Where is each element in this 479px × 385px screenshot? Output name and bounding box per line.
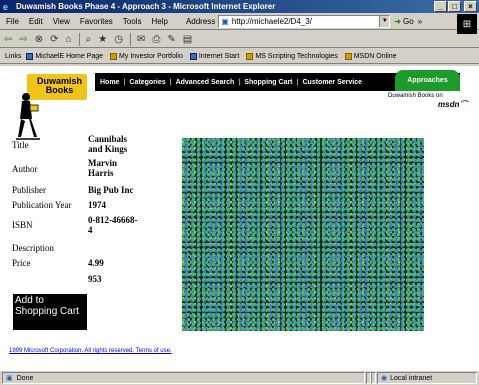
address-label: Address	[185, 17, 216, 26]
reading-figure-icon	[16, 93, 40, 140]
nav-customer-service[interactable]: Customer Service	[302, 79, 362, 86]
footer-copyright[interactable]: 1999 Microsoft Corporation. All rights r…	[9, 348, 172, 354]
history-icon[interactable]: ◷	[114, 34, 123, 45]
title-value-line1: Cannibals	[88, 134, 128, 144]
link-page-icon	[26, 52, 34, 60]
title-bar: e Duwamish Books Phase 4 - Approach 3 - …	[0, 0, 479, 13]
menu-bar: File Edit View Favorites Tools Help Addr…	[0, 14, 479, 30]
price-label: Price	[12, 258, 31, 268]
price-value: 4.99	[88, 258, 104, 268]
link-label: MS Scripting Technologies	[255, 52, 338, 60]
refresh-icon[interactable]: ⟳	[50, 34, 58, 45]
pubyear-label: Publication Year	[12, 200, 72, 210]
zone-text: Local intranet	[390, 374, 433, 382]
status-bar: ▣ Done ◉ Local intranet	[0, 371, 479, 385]
menu-file[interactable]: File	[6, 17, 19, 26]
msdn-logo[interactable]: msdn⌒	[438, 99, 467, 110]
author-value-line1: Marvin	[88, 158, 117, 168]
description-label: Description	[12, 243, 54, 253]
msdn-tagline: Duwamish Books on	[388, 93, 443, 99]
mail-icon[interactable]: ✉	[137, 34, 145, 45]
isbn-value-line1: 0-812-46668-	[88, 215, 138, 225]
favorites-icon[interactable]: ★	[98, 34, 107, 45]
pubyear-value: 1974	[88, 200, 106, 210]
menu-help[interactable]: Help	[151, 17, 167, 26]
nav-separator: |	[169, 78, 172, 86]
link-page-icon	[344, 52, 352, 60]
isbn-label: ISBN	[12, 220, 33, 230]
address-field[interactable]: ▣ http://michaele2/D4_3/ ▼	[218, 15, 391, 28]
title-label: Title	[12, 140, 29, 150]
link-ms-scripting[interactable]: MS Scripting Technologies	[246, 52, 338, 60]
home-icon[interactable]: ⌂	[66, 34, 72, 45]
nav-home[interactable]: Home	[100, 79, 119, 86]
author-value-line2: Harris	[88, 168, 114, 178]
menu-edit[interactable]: Edit	[29, 17, 43, 26]
close-button[interactable]: ×	[464, 1, 477, 12]
nav-separator: |	[296, 78, 299, 86]
link-michaele-home[interactable]: MichaelE Home Page	[26, 52, 104, 60]
link-internet-start[interactable]: Internet Start	[189, 52, 240, 60]
link-label: My Investor Portfolio	[119, 52, 183, 60]
toolbar: ⇦ ⇨ ⊗ ⟳ ⌂ ⌕ ★ ◷ ✉ ⎙ ✎ ▤	[0, 31, 479, 48]
link-label: Internet Start	[198, 52, 240, 60]
back-icon[interactable]: ⇦	[4, 34, 12, 45]
title-value-line2: and Kings	[88, 144, 128, 154]
links-chevron[interactable]: »	[418, 17, 422, 26]
author-label: Author	[12, 164, 38, 174]
nav-categories[interactable]: Categories	[129, 79, 165, 86]
menu-view[interactable]: View	[53, 17, 70, 26]
link-investor-portfolio[interactable]: My Investor Portfolio	[110, 52, 183, 60]
link-label: MSDN Online	[353, 52, 397, 60]
go-label: Go	[403, 17, 414, 26]
nav-separator: |	[123, 78, 126, 86]
nav-shopping-cart[interactable]: Shopping Cart	[244, 79, 292, 86]
window-title: Duwamish Books Phase 4 - Approach 3 - Mi…	[16, 2, 276, 11]
search-icon[interactable]: ⌕	[86, 34, 92, 45]
toolbar-separator	[129, 32, 131, 46]
status-main: ▣ Done	[2, 372, 365, 384]
status-zone: ◉ Local intranet	[377, 372, 477, 384]
link-msdn-online[interactable]: MSDN Online	[344, 52, 397, 60]
stop-icon[interactable]: ⊗	[35, 34, 43, 45]
add-to-cart-button[interactable]: Add to Shopping Cart	[13, 294, 87, 330]
publisher-label: Publisher	[12, 185, 47, 195]
go-arrow-icon: ➜	[394, 17, 401, 26]
link-page-icon	[110, 52, 118, 60]
menu-tools[interactable]: Tools	[123, 17, 142, 26]
page-done-icon: ▣	[6, 375, 13, 382]
status-cell	[371, 372, 376, 384]
edit-icon[interactable]: ✎	[167, 34, 175, 45]
link-page-icon	[189, 52, 197, 60]
book-cover-image	[182, 138, 424, 331]
ie-icon: e	[3, 1, 9, 12]
publisher-value: Big Pub Inc	[88, 185, 134, 195]
nav-advanced-search[interactable]: Advanced Search	[176, 79, 235, 86]
minimize-button[interactable]: _	[434, 1, 447, 12]
link-label: MichaelE Home Page	[35, 52, 104, 60]
page-icon: ▣	[221, 17, 229, 26]
toolbar-separator	[78, 32, 80, 46]
address-input[interactable]: http://michaele2/D4_3/	[232, 17, 379, 26]
maximize-button[interactable]: □	[448, 1, 461, 12]
intranet-icon: ◉	[381, 375, 388, 382]
duwamish-logo[interactable]: Duwamish Books	[12, 69, 92, 149]
go-button[interactable]: ➜ Go	[394, 17, 413, 26]
isbn-value-line2: 4	[88, 225, 93, 235]
links-label: Links	[5, 52, 22, 60]
page-content: Duwamish Books Home | Categories | Advan…	[0, 66, 479, 371]
link-page-icon	[246, 52, 254, 60]
forward-icon[interactable]: ⇨	[19, 34, 27, 45]
address-dropdown-icon[interactable]: ▼	[379, 16, 390, 27]
discuss-icon[interactable]: ▤	[183, 34, 192, 45]
print-icon[interactable]: ⎙	[152, 34, 160, 45]
msdn-swoosh-icon: ⌒	[459, 100, 468, 109]
status-text: Done	[16, 374, 34, 382]
extra-value: 953	[88, 274, 102, 284]
links-bar: Links MichaelE Home Page My Investor Por…	[0, 49, 479, 64]
nav-approaches[interactable]: Approaches	[395, 70, 460, 91]
msdn-logo-text: msdn	[438, 100, 460, 109]
menu-favorites[interactable]: Favorites	[80, 17, 113, 26]
nav-separator: |	[238, 78, 241, 86]
